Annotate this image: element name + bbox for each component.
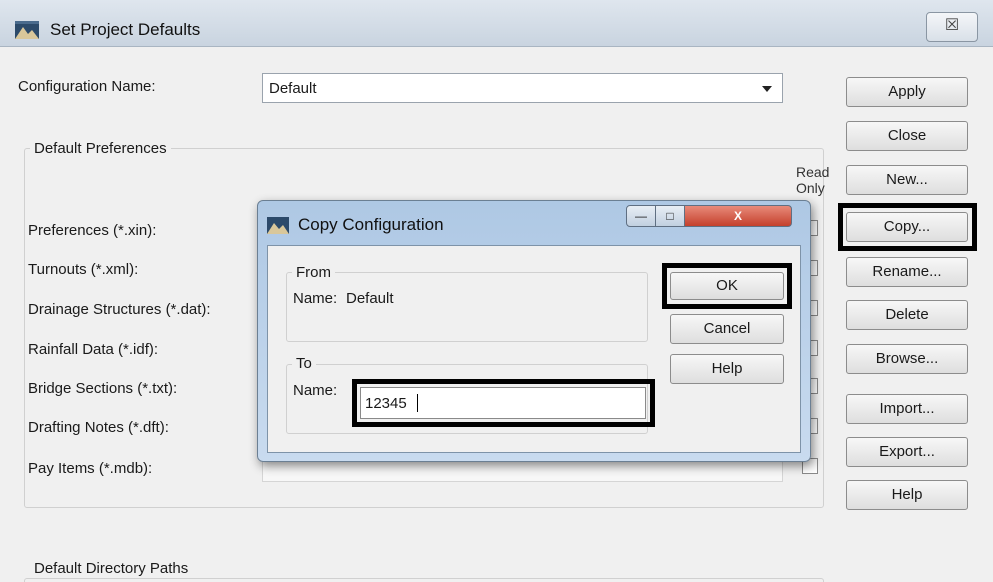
apply-button[interactable]: Apply <box>846 77 968 107</box>
from-group-label: From <box>292 264 335 281</box>
window-title: Set Project Defaults <box>50 20 201 39</box>
titlebar[interactable]: Set Project Defaults ☒ <box>0 0 993 47</box>
import-button[interactable]: Import... <box>846 394 968 424</box>
read-only-header-line1: Read <box>796 164 830 180</box>
configuration-name-value: Default <box>269 80 317 97</box>
bridge-sections-label: Bridge Sections (*.txt): <box>28 380 178 397</box>
minimize-button[interactable]: — <box>626 205 656 227</box>
configuration-name-label: Configuration Name: <box>18 78 156 95</box>
window-close-button[interactable]: ☒ <box>926 12 978 42</box>
minimize-icon: — <box>635 209 647 223</box>
dialog-title: Copy Configuration <box>298 215 444 234</box>
close-icon: ☒ <box>944 17 960 34</box>
browse-button[interactable]: Browse... <box>846 344 968 374</box>
rename-button[interactable]: Rename... <box>846 257 968 287</box>
to-name-input[interactable]: 12345 <box>360 387 646 419</box>
app-icon <box>267 217 289 234</box>
text-caret <box>417 394 418 412</box>
cancel-button[interactable]: Cancel <box>670 314 784 344</box>
app-icon <box>15 21 39 39</box>
from-name-label: Name: <box>293 290 338 307</box>
default-directory-paths-group <box>24 578 824 582</box>
drainage-structures-label: Drainage Structures (*.dat): <box>28 301 211 318</box>
maximize-icon: □ <box>666 209 674 223</box>
chevron-down-icon <box>762 86 772 92</box>
rainfall-data-label: Rainfall Data (*.idf): <box>28 341 159 358</box>
default-preferences-label: Default Preferences <box>30 140 171 157</box>
copy-configuration-dialog: Copy Configuration — □ X From Name: Defa… <box>257 200 811 462</box>
to-name-label: Name: <box>293 382 338 399</box>
pay-items-label: Pay Items (*.mdb): <box>28 460 153 477</box>
dialog-body: From Name: Default To Name: 12345 OK Can… <box>267 245 801 453</box>
read-only-header-line2: Only <box>796 180 825 196</box>
default-directory-paths-label: Default Directory Paths <box>30 560 193 577</box>
drafting-notes-label: Drafting Notes (*.dft): <box>28 419 169 436</box>
new-button[interactable]: New... <box>846 165 968 195</box>
delete-button[interactable]: Delete <box>846 300 968 330</box>
configuration-name-dropdown[interactable]: Default <box>262 73 783 103</box>
copy-button[interactable]: Copy... <box>846 212 968 242</box>
maximize-button[interactable]: □ <box>655 205 685 227</box>
to-name-value: 12345 <box>365 395 407 412</box>
preferences-xin-label: Preferences (*.xin): <box>28 222 157 239</box>
close-icon: X <box>733 209 742 223</box>
from-name-value: Default <box>346 290 394 307</box>
to-group-label: To <box>292 355 316 372</box>
dialog-close-button[interactable]: X <box>684 205 792 227</box>
ok-button[interactable]: OK <box>670 272 784 300</box>
export-button[interactable]: Export... <box>846 437 968 467</box>
from-group <box>286 272 648 342</box>
dialog-help-button[interactable]: Help <box>670 354 784 384</box>
turnouts-xml-label: Turnouts (*.xml): <box>28 261 139 278</box>
close-button[interactable]: Close <box>846 121 968 151</box>
help-button[interactable]: Help <box>846 480 968 510</box>
